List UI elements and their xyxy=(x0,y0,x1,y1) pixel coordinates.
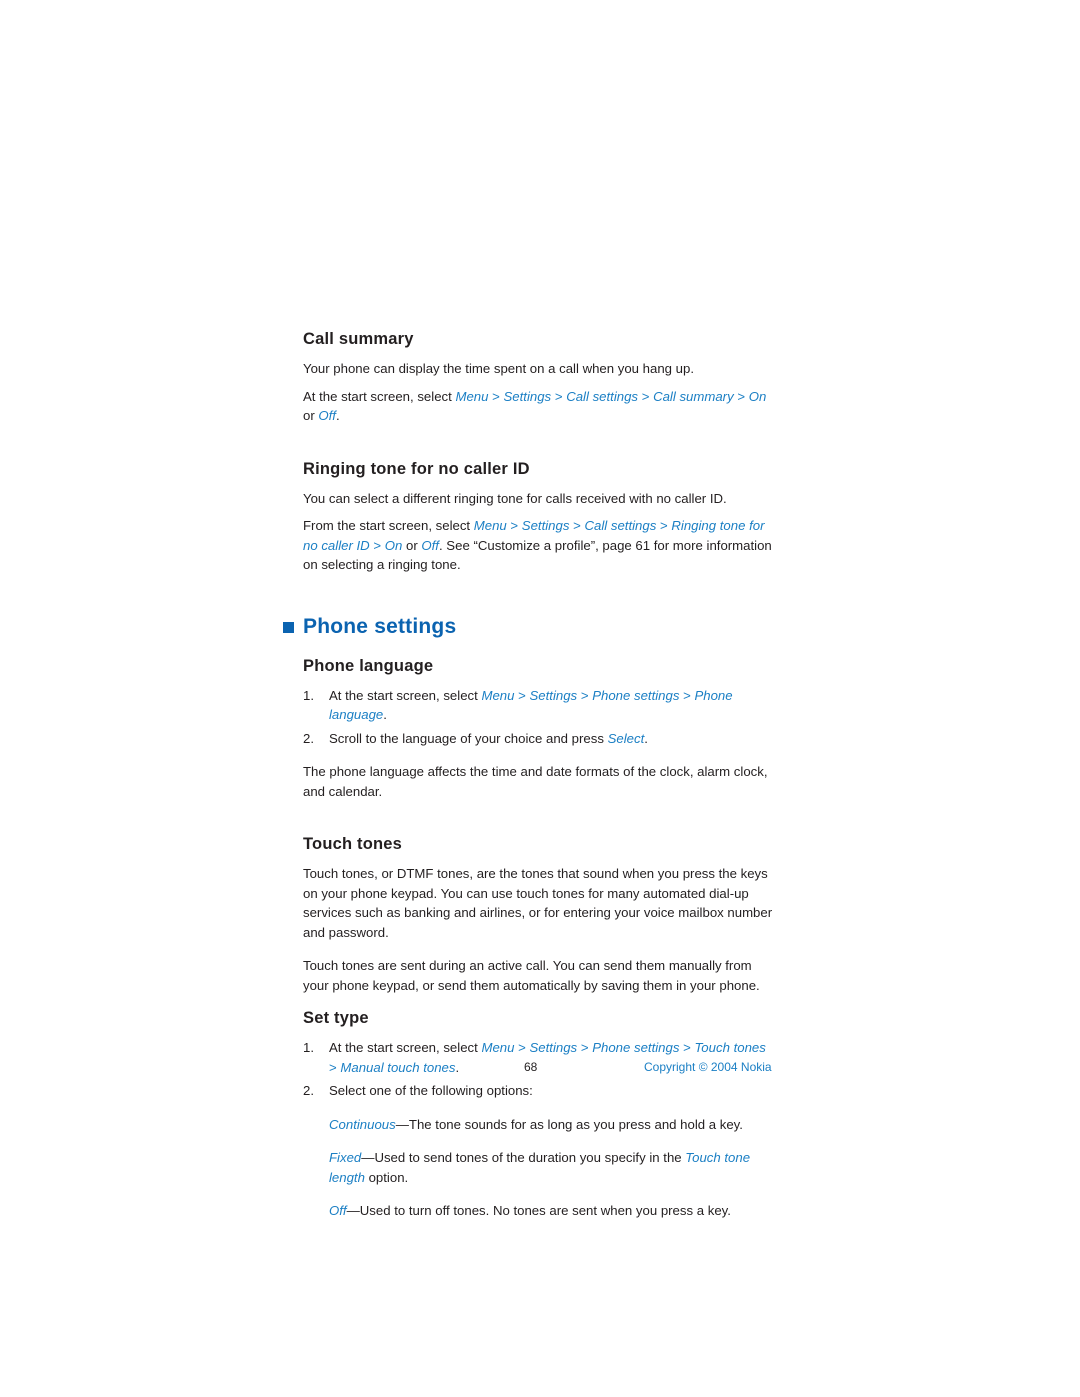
link-off: Off xyxy=(421,537,439,553)
link-manual-touch-tones: Manual touch tones xyxy=(340,1059,456,1075)
touch-tones-paragraph-1: Touch tones, or DTMF tones, are the tone… xyxy=(303,866,773,940)
chapter-title: Phone settings xyxy=(303,614,457,638)
step-text: Select one of the following options: xyxy=(329,1083,533,1098)
step-text-lead: Scroll to the language of your choice an… xyxy=(329,730,608,746)
document-page: Call summary Your phone can display the … xyxy=(0,0,1080,1397)
link-touch-tones: Touch tones xyxy=(694,1040,766,1055)
text-or: or xyxy=(402,537,422,553)
link-settings: Settings xyxy=(521,518,570,533)
chapter-phone-settings: Phone settings xyxy=(283,615,773,639)
separator-gt: > xyxy=(656,518,672,533)
separator-gt: > xyxy=(514,687,530,703)
separator-gt: > xyxy=(551,388,567,404)
separator-gt: > xyxy=(514,1040,530,1055)
separator-gt: > xyxy=(679,1040,695,1055)
list-item: 1. At the start screen, select Menu > Set… xyxy=(303,686,773,725)
separator-gt: > xyxy=(577,1040,593,1055)
link-off: Off xyxy=(318,408,336,423)
link-call-settings: Call settings xyxy=(584,518,657,533)
separator-gt: > xyxy=(329,1059,341,1075)
link-settings: Settings xyxy=(529,1040,578,1055)
separator-gt: > xyxy=(679,687,695,703)
ringing-tone-paragraph-1: You can select a different ringing tone … xyxy=(303,490,727,506)
link-call-settings: Call settings xyxy=(566,388,639,404)
separator-gt: > xyxy=(569,518,585,533)
link-phone-settings: Phone settings xyxy=(592,687,680,703)
list-item: 2. Scroll to the language of your choice … xyxy=(303,729,773,749)
step-text-lead: At the start screen, select xyxy=(329,1040,482,1055)
option-text-a: —Used to send tones of the duration you … xyxy=(361,1150,686,1165)
ringing-tone-path-lead: From the start screen, select xyxy=(303,518,474,533)
option-text-b: option. xyxy=(364,1169,409,1185)
separator-gt: > xyxy=(488,388,504,404)
list-item: 2. Select one of the following options: xyxy=(303,1081,773,1101)
heading-set-type: Set type xyxy=(303,1009,369,1027)
step-number: 2. xyxy=(303,1083,314,1098)
copyright-notice: Copyright © 2004 Nokia xyxy=(644,1060,772,1074)
option-term: Fixed xyxy=(329,1150,362,1165)
ringing-tone-path: From the start screen, select Menu > Set… xyxy=(303,516,773,575)
separator-gt: > xyxy=(577,687,593,703)
option-term: Off xyxy=(329,1203,347,1218)
link-menu: Menu xyxy=(455,388,489,404)
step-number: 1. xyxy=(303,687,314,703)
heading-ringing-tone-no-caller-id: Ringing tone for no caller ID xyxy=(303,459,530,478)
step-text-tail: . xyxy=(455,1059,460,1075)
link-menu: Menu xyxy=(481,1040,515,1055)
link-on: On xyxy=(748,388,767,404)
link-phone-settings: Phone settings xyxy=(592,1040,680,1055)
link-select: Select xyxy=(607,730,645,746)
link-settings: Settings xyxy=(503,388,552,404)
heading-call-summary: Call summary xyxy=(303,330,414,348)
step-number: 2. xyxy=(303,730,314,746)
touch-tones-paragraph-2: Touch tones are sent during an active ca… xyxy=(303,958,760,993)
call-summary-path-lead: At the start screen, select xyxy=(303,388,456,404)
step-number: 1. xyxy=(303,1040,314,1055)
link-call-summary: Call summary xyxy=(653,388,734,404)
separator-gt: > xyxy=(369,537,385,553)
option-term: Continuous xyxy=(329,1116,396,1132)
option-continuous: Continuous—The tone sounds for as long a… xyxy=(329,1115,773,1135)
option-off: Off—Used to turn off tones. No tones are… xyxy=(329,1201,773,1221)
option-text: —Used to turn off tones. No tones are se… xyxy=(346,1203,731,1218)
link-on: On xyxy=(384,537,403,553)
phone-language-steps: 1. At the start screen, select Menu > Set… xyxy=(303,686,773,749)
separator-gt: > xyxy=(638,388,654,404)
heading-touch-tones: Touch tones xyxy=(303,835,403,853)
page-number: 68 xyxy=(524,1060,538,1074)
link-menu: Menu xyxy=(481,687,515,703)
text-period: . xyxy=(335,408,340,423)
link-settings: Settings xyxy=(529,687,578,703)
separator-gt: > xyxy=(733,388,749,404)
link-menu: Menu xyxy=(473,518,507,533)
option-fixed: Fixed—Used to send tones of the duration… xyxy=(329,1148,773,1187)
step-text-lead: At the start screen, select xyxy=(329,687,482,703)
separator-gt: > xyxy=(506,518,522,533)
option-text: —The tone sounds for as long as you pres… xyxy=(395,1116,743,1132)
step-text-tail: . xyxy=(383,707,387,722)
call-summary-path: At the start screen, select Menu > Setti… xyxy=(303,387,773,426)
text-or: or xyxy=(303,408,319,423)
heading-phone-language: Phone language xyxy=(303,656,434,675)
phone-language-paragraph: The phone language affects the time and … xyxy=(303,764,768,799)
square-bullet-icon xyxy=(283,622,294,633)
page-content: Call summary Your phone can display the … xyxy=(283,330,773,1235)
step-text-tail: . xyxy=(644,730,648,746)
call-summary-paragraph-1: Your phone can display the time spent on… xyxy=(303,361,695,376)
